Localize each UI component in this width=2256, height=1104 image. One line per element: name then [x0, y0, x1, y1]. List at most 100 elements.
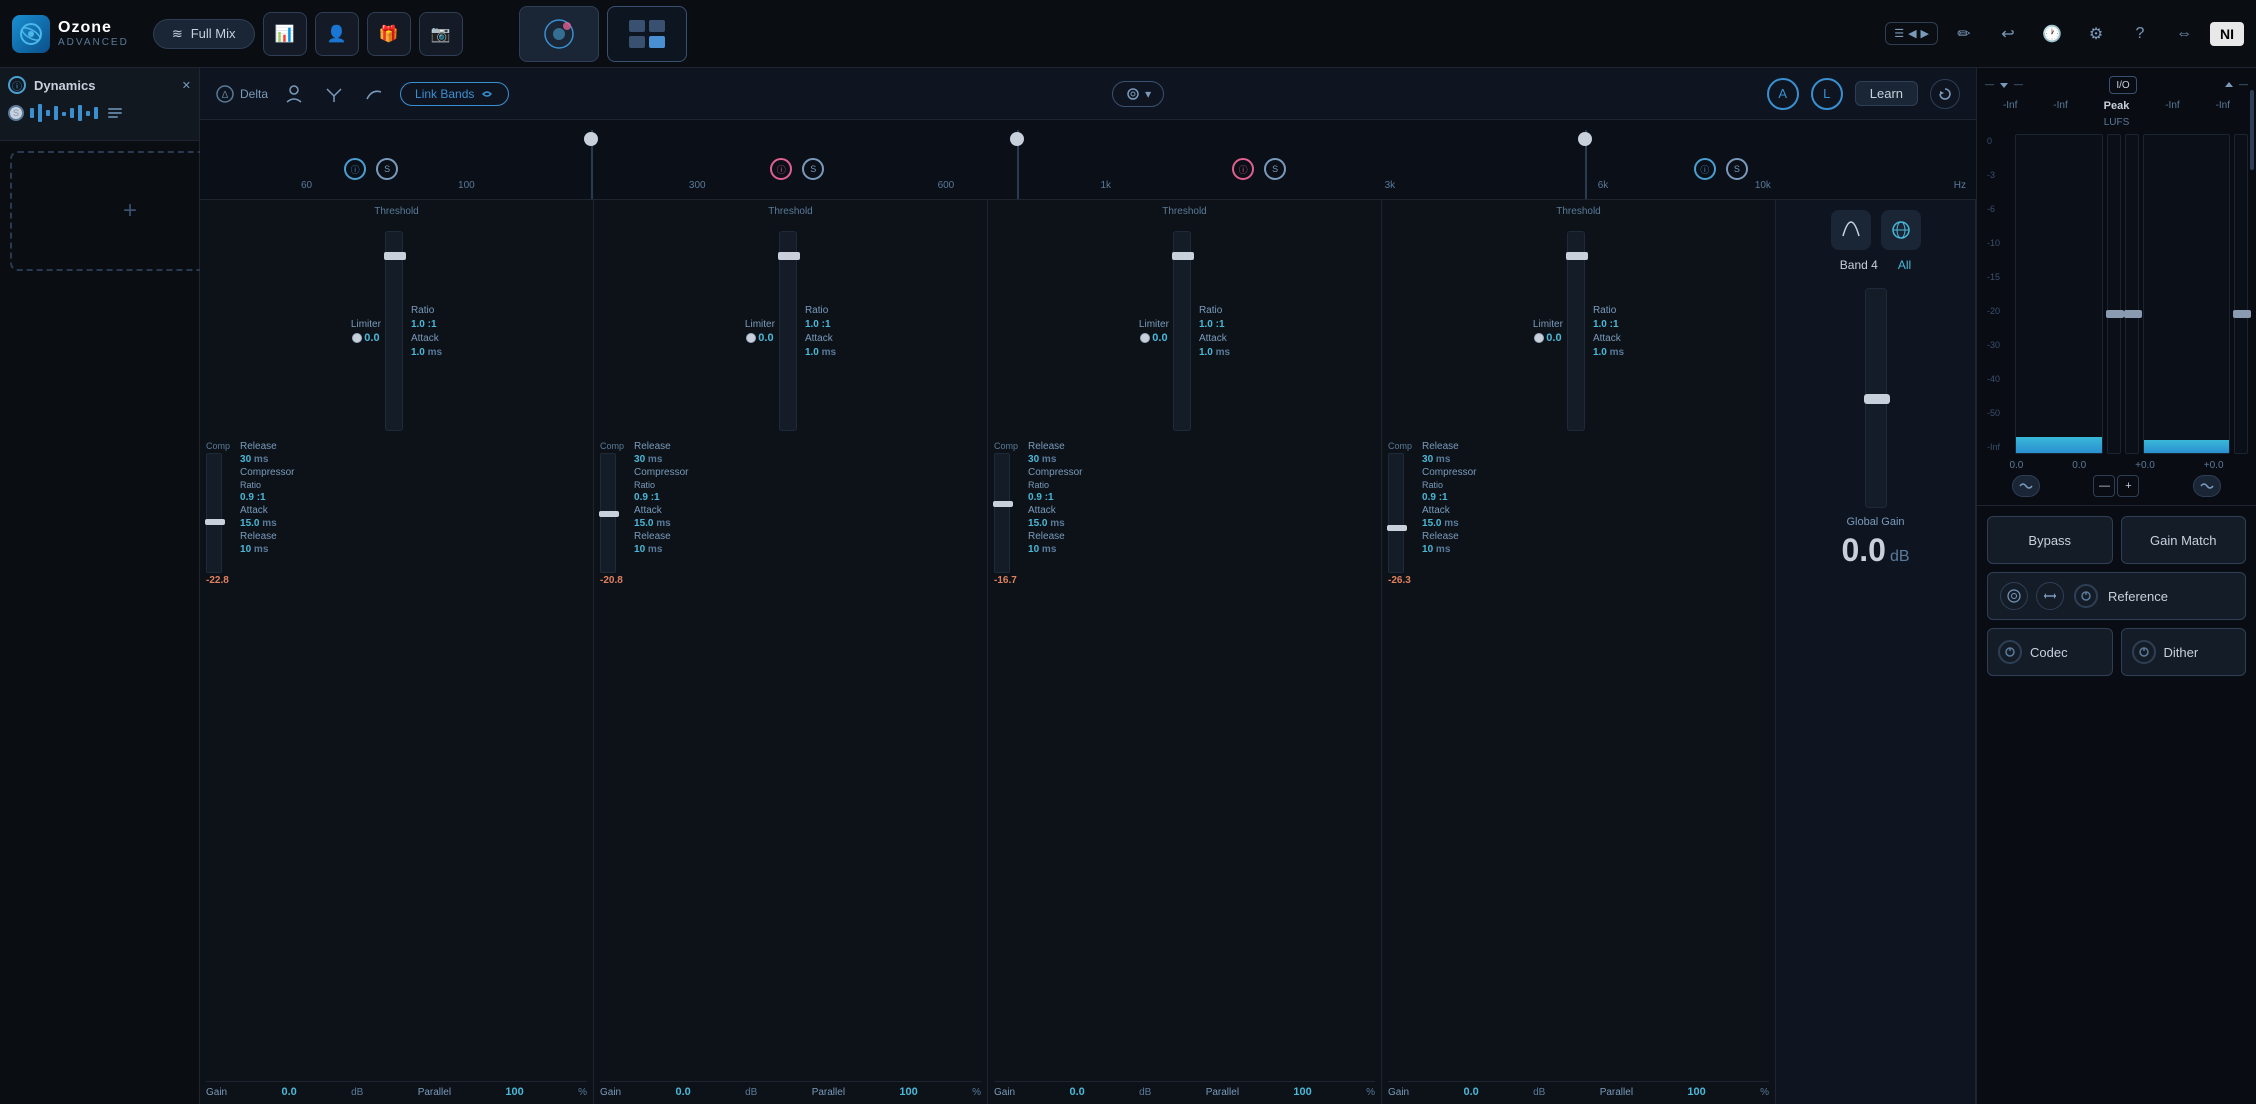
meter-dropdown-icon[interactable]: [1998, 79, 2010, 91]
band2-limiter-fader[interactable]: [779, 231, 797, 431]
module-menu-line1[interactable]: [108, 108, 122, 110]
center-fader-handle[interactable]: [2124, 310, 2142, 318]
link-bands-button[interactable]: Link Bands: [400, 82, 509, 106]
band1-comp-fader[interactable]: [206, 453, 222, 573]
band4-limiter-fader[interactable]: [1567, 231, 1585, 431]
band1-limiter-knob[interactable]: [352, 333, 362, 343]
human-icon-button[interactable]: [280, 80, 308, 108]
ab-a-button[interactable]: A: [1767, 78, 1799, 110]
band4-bell-icon-button[interactable]: [1831, 210, 1871, 250]
module-menu-line2: [108, 112, 122, 114]
global-gain-fader[interactable]: [1865, 288, 1887, 508]
visualizer-button[interactable]: [519, 6, 599, 62]
history-button[interactable]: 🕐: [2034, 16, 2070, 52]
stereo-button[interactable]: ▾: [1112, 81, 1164, 107]
meter-up-icon[interactable]: [2223, 79, 2235, 91]
learn-button[interactable]: Learn: [1855, 81, 1918, 106]
band2-limiter-handle[interactable]: [778, 252, 800, 260]
global-gain-handle[interactable]: [1864, 394, 1890, 404]
left-fader-handle[interactable]: [2106, 310, 2124, 318]
scale-10: -10: [1987, 238, 2009, 248]
band2-comp-fader[interactable]: [600, 453, 616, 573]
prev-icon[interactable]: ◀: [1908, 27, 1916, 40]
reset-button[interactable]: [1930, 79, 1960, 109]
band1-power-button[interactable]: ⓘ: [344, 158, 366, 180]
delta-label: Delta: [240, 87, 268, 101]
band1-comp-handle[interactable]: [205, 519, 225, 525]
delta-button[interactable]: Δ Delta: [216, 85, 268, 103]
band2-power-button[interactable]: ⓘ: [770, 158, 792, 180]
band3-release-label: Release: [1028, 441, 1082, 452]
band3-release-value: 30 ms: [1028, 454, 1082, 465]
band1-release-value: 30 ms: [240, 454, 294, 465]
band4-limiter-handle[interactable]: [1566, 252, 1588, 260]
band4-power-button[interactable]: ⓘ: [1694, 158, 1716, 180]
band3-limiter-handle[interactable]: [1172, 252, 1194, 260]
band4-comp-handle[interactable]: [1387, 525, 1407, 531]
camera-button[interactable]: 📷: [419, 12, 463, 56]
band3-limiter-knob[interactable]: [1140, 333, 1150, 343]
reference-arrows-button[interactable]: [2036, 582, 2064, 610]
dither-button[interactable]: Dither: [2121, 628, 2247, 676]
filter-icon-button[interactable]: [320, 80, 348, 108]
band3-limiter-section: Limiter 0.0: [1139, 319, 1169, 344]
band2-comp-handle[interactable]: [599, 511, 619, 517]
band-handle-1[interactable]: [584, 132, 598, 146]
delta-icon: Δ: [216, 85, 234, 103]
band1-limiter-handle[interactable]: [384, 252, 406, 260]
codec-button[interactable]: Codec: [1987, 628, 2113, 676]
band-handle-3[interactable]: [1578, 132, 1592, 146]
band2-solo-button[interactable]: S: [802, 158, 824, 180]
right-fader-track[interactable]: [2234, 134, 2248, 454]
help-button[interactable]: ?: [2122, 16, 2158, 52]
band1-comp-value: -22.8: [206, 575, 229, 586]
band4-comp-fader[interactable]: [1388, 453, 1404, 573]
right-meter: [2143, 134, 2231, 454]
band4-solo-button[interactable]: S: [1726, 158, 1748, 180]
module-s-button[interactable]: S: [8, 105, 24, 121]
band3-comp-handle[interactable]: [993, 501, 1013, 507]
band-handle-2[interactable]: [1010, 132, 1024, 146]
band3-comp-release-label: Release: [1028, 531, 1082, 542]
meter-minus-right: —: [2014, 79, 2023, 91]
band2-attack-label: Attack: [805, 333, 836, 344]
band1-limiter-section: Limiter 0.0: [351, 319, 381, 344]
center-fader-track[interactable]: [2125, 134, 2139, 454]
module-close-button[interactable]: ✕: [182, 79, 191, 92]
gain-match-button[interactable]: Gain Match: [2121, 516, 2247, 564]
band3-solo-button[interactable]: S: [1264, 158, 1286, 180]
link-button-2[interactable]: [2193, 475, 2221, 497]
settings-button[interactable]: ⚙: [2078, 16, 2114, 52]
all-globe-icon-button[interactable]: [1881, 210, 1921, 250]
link-button-1[interactable]: [2012, 475, 2040, 497]
full-mix-button[interactable]: ≋ Full Mix: [153, 19, 255, 49]
curve-icon-button[interactable]: [360, 80, 388, 108]
left-fader-track[interactable]: [2107, 134, 2121, 454]
reference-power-button[interactable]: [2074, 584, 2098, 608]
expand-button[interactable]: ⇔: [2166, 16, 2202, 52]
gift-button[interactable]: 🎁: [367, 12, 411, 56]
pencil-button[interactable]: ✏: [1946, 16, 1982, 52]
band3-limiter-fader[interactable]: [1173, 231, 1191, 431]
grid-button[interactable]: [607, 6, 687, 62]
band1-gain-label: Gain: [206, 1087, 227, 1098]
right-fader-handle[interactable]: [2233, 310, 2251, 318]
module-scroll-handle[interactable]: [2250, 90, 2254, 170]
ab-l-button[interactable]: L: [1811, 78, 1843, 110]
band1-limiter-fader[interactable]: [385, 231, 403, 431]
bypass-button[interactable]: Bypass: [1987, 516, 2113, 564]
next-icon[interactable]: ▶: [1921, 27, 1929, 40]
reference-stereo-button[interactable]: [2000, 582, 2028, 610]
io-button[interactable]: I/O: [2109, 76, 2136, 94]
band4-limiter-knob[interactable]: [1534, 333, 1544, 343]
band3-power-button[interactable]: ⓘ: [1232, 158, 1254, 180]
band3-comp-fader[interactable]: [994, 453, 1010, 573]
band1-solo-button[interactable]: S: [376, 158, 398, 180]
minus-button[interactable]: —: [2093, 475, 2115, 497]
person-button[interactable]: 👤: [315, 12, 359, 56]
waveform-button[interactable]: 📊: [263, 12, 307, 56]
plus-button[interactable]: +: [2117, 475, 2139, 497]
band2-limiter-knob[interactable]: [746, 333, 756, 343]
undo-button[interactable]: ↩: [1990, 16, 2026, 52]
module-power-button[interactable]: ⓘ: [8, 76, 26, 94]
